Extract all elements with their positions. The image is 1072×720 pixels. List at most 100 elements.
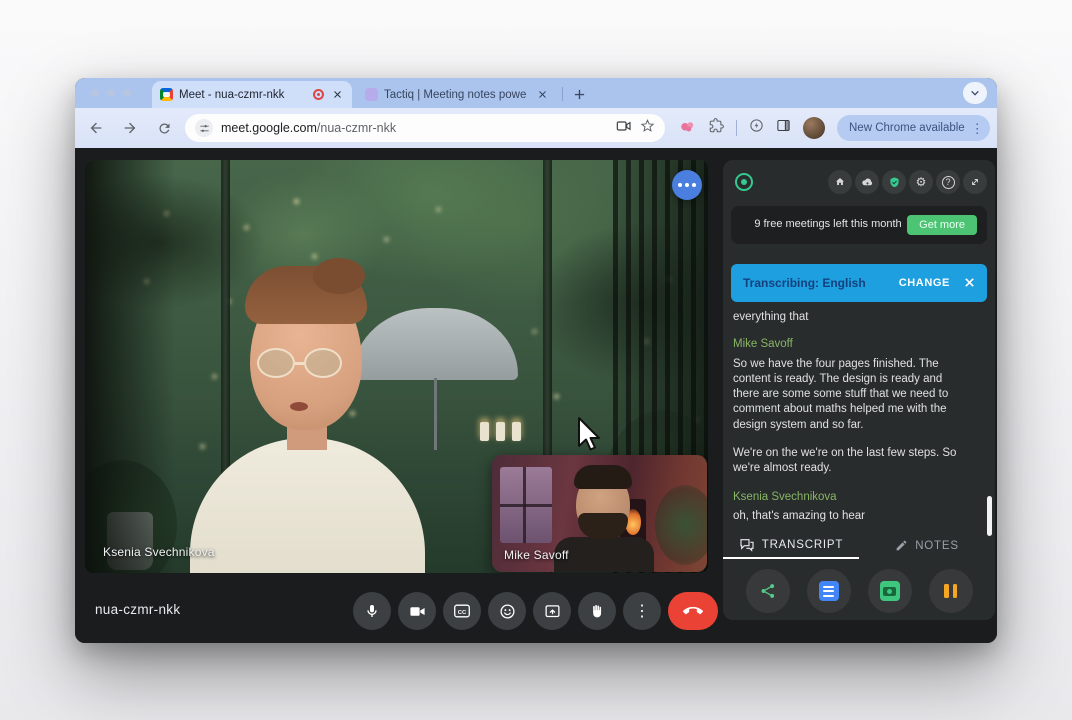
main-video-tile[interactable]: Ksenia Svechnikova Mike Savoff bbox=[85, 160, 708, 573]
zoom-window-icon[interactable] bbox=[123, 89, 131, 97]
change-language-button[interactable]: CHANGE bbox=[899, 277, 950, 289]
tab-search-button[interactable] bbox=[963, 82, 987, 104]
transcript-text: So we have the four pages finished. The … bbox=[733, 357, 949, 431]
browser-toolbar: meet.google.com/nua-czmr-nkk New Chrome … bbox=[75, 108, 997, 148]
chrome-update-button[interactable]: New Chrome available ⋮ bbox=[837, 115, 990, 141]
forward-button[interactable] bbox=[117, 115, 143, 141]
umbrella-pole bbox=[434, 378, 437, 450]
close-banner-icon[interactable] bbox=[964, 276, 975, 291]
tactiq-panel: ⚙ ? 9 free meetings left this month Get … bbox=[723, 160, 995, 620]
transcript-scrollbar[interactable] bbox=[987, 496, 992, 536]
tab-title: Meet - nua-czmr-nkk bbox=[179, 88, 285, 101]
tactiq-logo-icon bbox=[735, 173, 753, 191]
svg-text:CC: CC bbox=[458, 610, 467, 616]
camera-button[interactable] bbox=[398, 592, 436, 630]
camera-icon bbox=[879, 581, 900, 601]
participant-hair-bun bbox=[313, 258, 365, 294]
more-options-button[interactable]: ⋮ bbox=[623, 592, 661, 630]
side-panel-icon[interactable] bbox=[776, 118, 791, 138]
transcript-speaker: Mike Savoff bbox=[733, 338, 793, 351]
share-button[interactable] bbox=[745, 569, 790, 613]
quota-text: 9 free meetings left this month bbox=[754, 218, 902, 231]
url-path: /nua-czmr-nkk bbox=[316, 121, 397, 135]
get-more-button[interactable]: Get more bbox=[907, 215, 977, 235]
tab-tactiq[interactable]: Tactiq | Meeting notes powe bbox=[357, 81, 557, 108]
end-call-button[interactable] bbox=[668, 592, 718, 630]
back-button[interactable] bbox=[83, 115, 109, 141]
browser-menu-icon[interactable]: ⋮ bbox=[971, 122, 984, 135]
tab-title: Tactiq | Meeting notes powe bbox=[384, 88, 527, 101]
bookmark-star-icon[interactable] bbox=[640, 118, 655, 138]
mouse-cursor bbox=[578, 417, 600, 451]
browser-window: Meet - nua-czmr-nkk Tactiq | Meeting not… bbox=[75, 78, 997, 643]
tab-transcript[interactable]: TRANSCRIPT bbox=[723, 532, 859, 559]
transcribing-banner: Transcribing: English CHANGE bbox=[731, 264, 987, 302]
transcript-text: everything that bbox=[733, 311, 809, 323]
tab-transcript-label: TRANSCRIPT bbox=[761, 538, 844, 551]
chat-bubbles-icon bbox=[740, 538, 754, 552]
document-icon bbox=[818, 581, 839, 601]
reload-button[interactable] bbox=[151, 115, 177, 141]
url-text: meet.google.com/nua-czmr-nkk bbox=[221, 121, 608, 135]
meeting-code: nua-czmr-nkk bbox=[95, 602, 181, 617]
document-button[interactable] bbox=[806, 569, 851, 613]
minimize-window-icon[interactable] bbox=[107, 89, 115, 97]
transcript-speaker: Ksenia Svechnikova bbox=[733, 490, 837, 503]
close-tab-icon[interactable] bbox=[330, 88, 344, 102]
panel-toolbar bbox=[723, 562, 995, 620]
window-controls[interactable] bbox=[91, 89, 131, 97]
profile-avatar[interactable] bbox=[803, 117, 825, 139]
privacy-shield-button[interactable] bbox=[882, 170, 906, 194]
pip-window-decor bbox=[500, 467, 552, 543]
resize-panel-button[interactable] bbox=[963, 170, 987, 194]
pause-button[interactable] bbox=[928, 569, 973, 613]
raise-hand-button[interactable] bbox=[578, 592, 616, 630]
pip-participant-body bbox=[554, 537, 654, 572]
tab-notes-label: NOTES bbox=[915, 539, 959, 552]
media-camera-icon[interactable] bbox=[616, 119, 632, 138]
panel-tabs: TRANSCRIPT NOTES bbox=[723, 532, 995, 559]
transcript-list[interactable]: everything that Mike Savoff So we have t… bbox=[733, 310, 969, 530]
pip-plant bbox=[655, 485, 707, 565]
tab-notes[interactable]: NOTES bbox=[859, 532, 995, 559]
settings-gear-button[interactable]: ⚙ bbox=[909, 170, 933, 194]
transcript-text: oh, that's amazing to hear bbox=[733, 509, 865, 522]
pencil-icon bbox=[896, 540, 907, 551]
participant-mouth bbox=[290, 402, 308, 411]
cloud-upload-button[interactable] bbox=[855, 170, 879, 194]
captions-button[interactable]: CC bbox=[443, 592, 481, 630]
extension-pink-icon[interactable] bbox=[679, 119, 697, 138]
performance-icon[interactable] bbox=[749, 118, 764, 138]
present-button[interactable] bbox=[533, 592, 571, 630]
new-tab-button[interactable] bbox=[569, 84, 589, 104]
site-info-icon[interactable] bbox=[195, 119, 213, 137]
tab-meet[interactable]: Meet - nua-czmr-nkk bbox=[152, 81, 352, 108]
screenshot-button[interactable] bbox=[867, 569, 912, 613]
chat-fab-button[interactable] bbox=[672, 170, 702, 200]
reactions-button[interactable] bbox=[488, 592, 526, 630]
microphone-button[interactable] bbox=[353, 592, 391, 630]
video-edge-shadow bbox=[85, 160, 175, 573]
transcribing-label: Transcribing: English bbox=[743, 276, 866, 290]
pause-icon bbox=[944, 584, 957, 598]
extensions-puzzle-icon[interactable] bbox=[709, 118, 724, 138]
recording-indicator-icon bbox=[313, 89, 324, 100]
help-button[interactable]: ? bbox=[936, 170, 960, 194]
participant-name-label: Ksenia Svechnikova bbox=[103, 545, 215, 559]
home-button[interactable] bbox=[828, 170, 852, 194]
chrome-update-label: New Chrome available bbox=[849, 122, 965, 134]
close-tab-icon[interactable] bbox=[535, 88, 549, 102]
help-icon: ? bbox=[941, 175, 955, 189]
pip-participant-hair bbox=[574, 465, 632, 489]
meeting-controls: CC ⋮ bbox=[353, 592, 718, 630]
gear-icon: ⚙ bbox=[915, 175, 927, 189]
close-window-icon[interactable] bbox=[91, 89, 99, 97]
tab-strip: Meet - nua-czmr-nkk Tactiq | Meeting not… bbox=[75, 78, 997, 108]
tab-divider bbox=[562, 87, 563, 101]
quota-banner: 9 free meetings left this month Get more bbox=[731, 206, 987, 244]
meet-page: Ksenia Svechnikova Mike Savoff nua-czmr-… bbox=[75, 148, 997, 643]
toolbar-divider bbox=[736, 120, 737, 136]
address-bar[interactable]: meet.google.com/nua-czmr-nkk bbox=[185, 114, 665, 142]
pip-video-tile[interactable]: Mike Savoff bbox=[492, 455, 707, 572]
candles bbox=[480, 422, 521, 441]
